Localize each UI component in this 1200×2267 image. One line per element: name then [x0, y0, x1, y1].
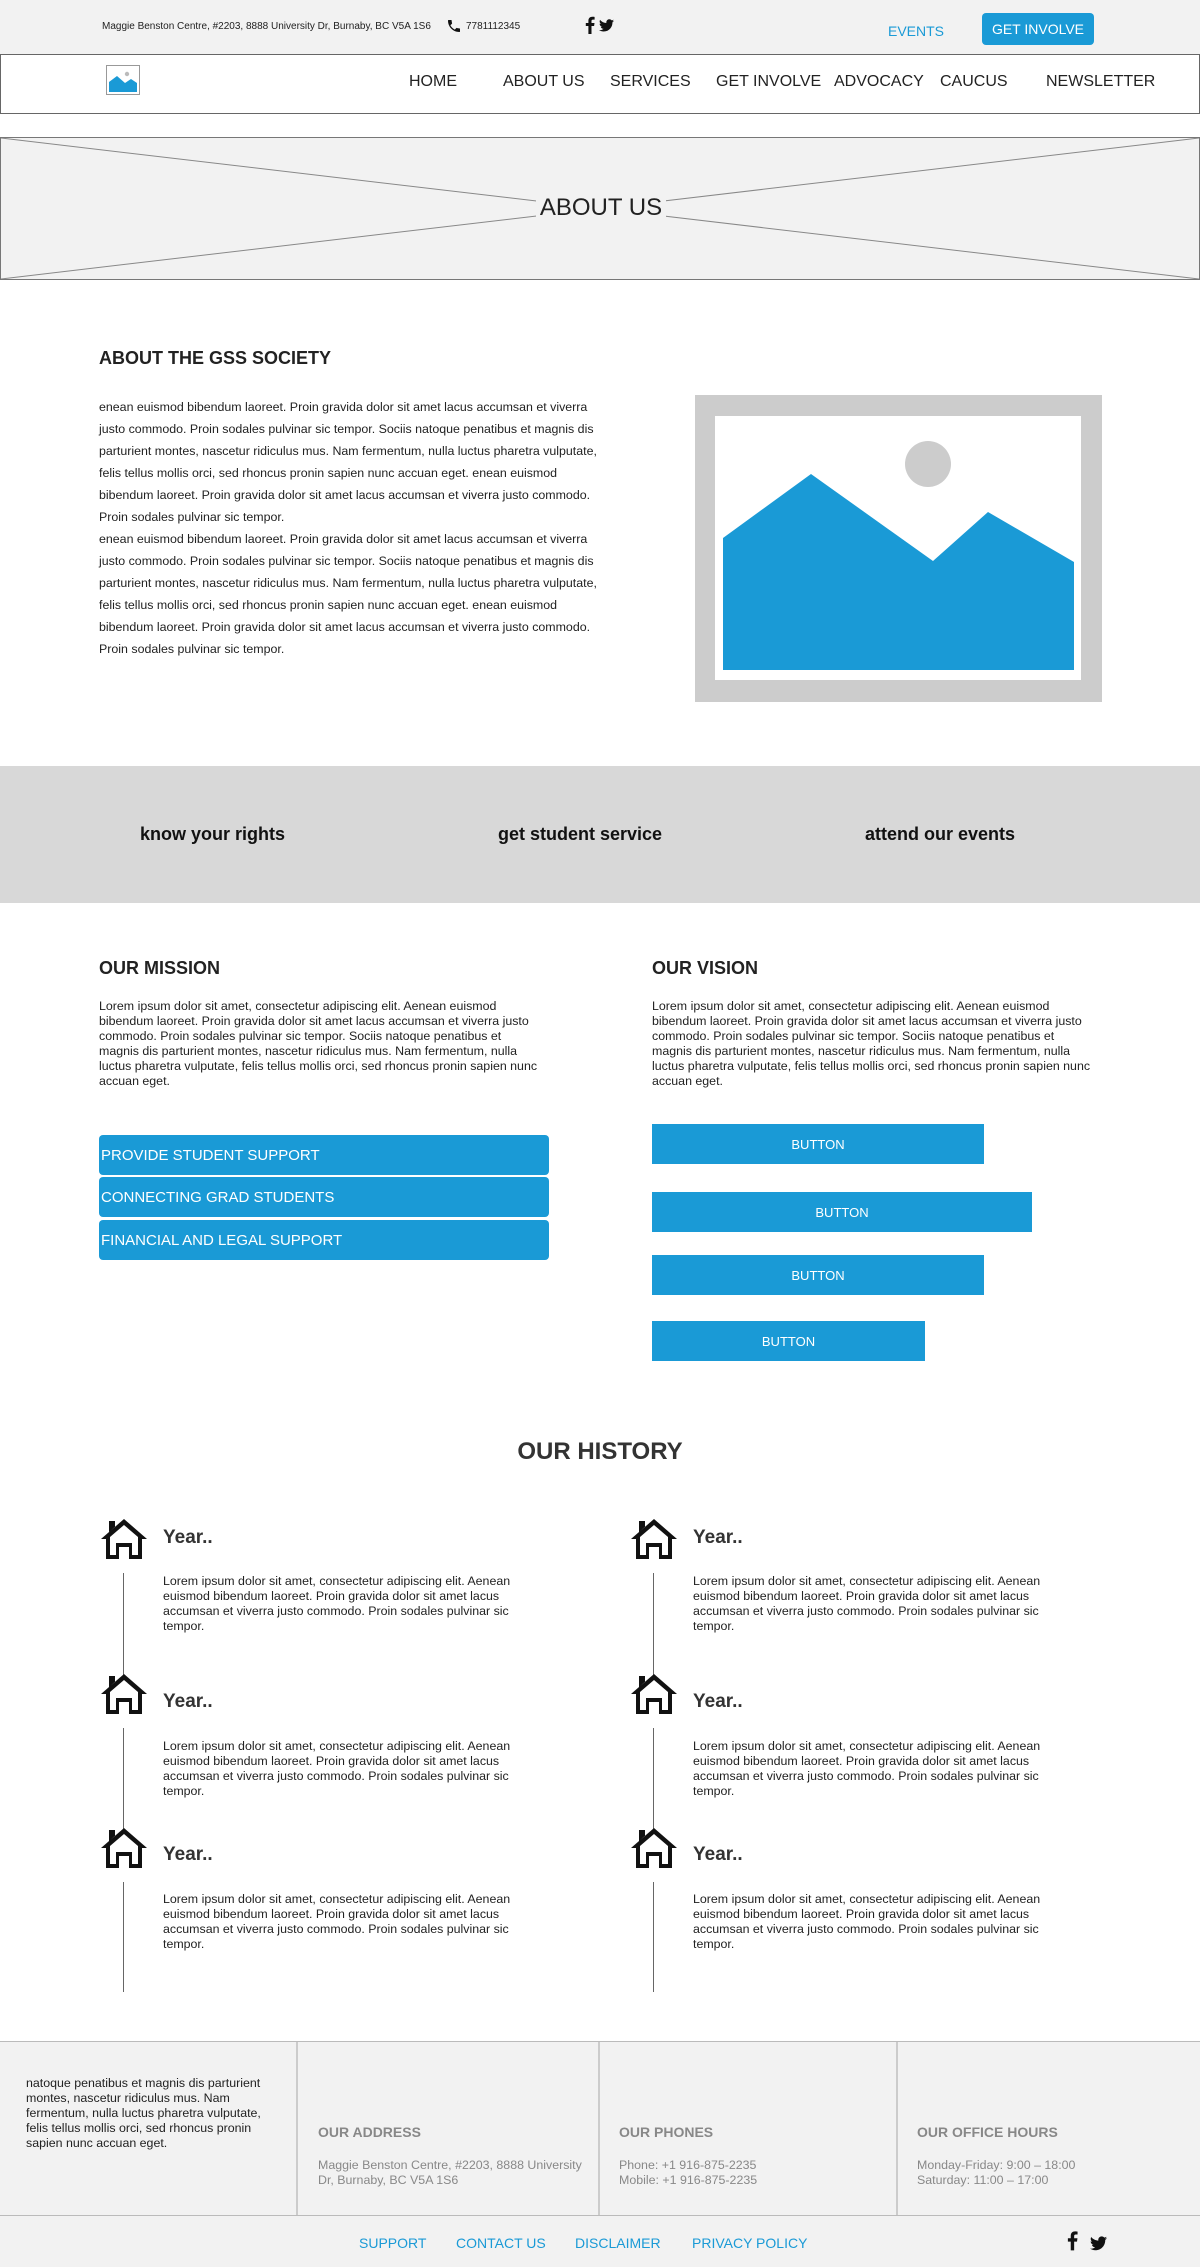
history-year: Year..: [693, 1527, 743, 1548]
footer-link-privacy-policy[interactable]: PRIVACY POLICY: [692, 2235, 807, 2251]
footer-link-disclaimer[interactable]: DISCLAIMER: [575, 2235, 661, 2251]
bottom-bar: SUPPORT CONTACT US DISCLAIMER PRIVACY PO…: [0, 2216, 1200, 2267]
facebook-icon[interactable]: [585, 16, 595, 34]
history-year: Year..: [163, 1844, 213, 1865]
top-bar: Maggie Benston Centre, #2203, 8888 Unive…: [0, 0, 1200, 54]
hero-title: ABOUT US: [535, 194, 667, 221]
vision-button-3[interactable]: BUTTON: [652, 1255, 984, 1295]
footer-link-support[interactable]: SUPPORT: [359, 2235, 426, 2251]
footer-hours-weekday: Monday-Friday: 9:00 – 18:00: [917, 2158, 1076, 2172]
vision-heading: OUR VISION: [652, 958, 759, 978]
about-heading: ABOUT THE GSS SOCIETY: [99, 348, 332, 368]
feature-get-student-service[interactable]: get student service: [498, 824, 662, 845]
history-year: Year..: [163, 1527, 213, 1548]
mission-text: Lorem ipsum dolor sit amet, consectetur …: [99, 999, 538, 1088]
footer-about-text: natoque penatibus et magnis dis parturie…: [26, 2076, 261, 2150]
timeline-line: [653, 1728, 654, 1838]
nav-advocacy[interactable]: ADVOCACY: [834, 73, 924, 91]
house-icon: [101, 1519, 147, 1559]
history-year: Year..: [693, 1844, 743, 1865]
house-icon: [631, 1519, 677, 1559]
history-text: Lorem ipsum dolor sit amet, consectetur …: [163, 1574, 511, 1633]
nav-caucus[interactable]: CAUCUS: [940, 73, 1008, 91]
footer-link-contact-us[interactable]: CONTACT US: [456, 2235, 546, 2251]
timeline-line: [123, 1573, 124, 1683]
history-text: Lorem ipsum dolor sit amet, consectetur …: [693, 1574, 1041, 1633]
house-icon: [631, 1674, 677, 1714]
vision-button-2[interactable]: BUTTON: [652, 1192, 1032, 1232]
financial-legal-support-button[interactable]: FINANCIAL AND LEGAL SUPPORT: [99, 1220, 549, 1260]
timeline-line: [653, 1573, 654, 1683]
footer-divider: [896, 2042, 898, 2215]
about-image-placeholder-icon: [695, 395, 1102, 702]
nav-services[interactable]: SERVICES: [610, 73, 691, 91]
history-year: Year..: [163, 1691, 213, 1712]
footer-divider: [296, 2042, 298, 2215]
connecting-grad-students-button[interactable]: CONNECTING GRAD STUDENTS: [99, 1177, 549, 1217]
twitter-icon[interactable]: [599, 19, 614, 32]
nav-newsletter[interactable]: NEWSLETTER: [1046, 73, 1155, 91]
footer-hours-saturday: Saturday: 11:00 – 17:00: [917, 2173, 1049, 2187]
features-band: know your rights get student service att…: [0, 766, 1200, 903]
vision-button-1[interactable]: BUTTON: [652, 1124, 984, 1164]
feature-know-your-rights[interactable]: know your rights: [140, 824, 285, 845]
timeline-line: [653, 1882, 654, 1992]
footer-phones-heading: OUR PHONES: [619, 2124, 714, 2140]
footer-hours-heading: OUR OFFICE HOURS: [917, 2124, 1058, 2140]
house-icon: [101, 1828, 147, 1868]
twitter-icon[interactable]: [1090, 2236, 1107, 2251]
footer-divider: [598, 2042, 600, 2215]
phone-icon: [448, 20, 460, 32]
top-phone: 7781112345: [466, 21, 521, 32]
feature-attend-our-events[interactable]: attend our events: [865, 824, 1015, 845]
timeline-line: [123, 1882, 124, 1992]
logo-image-placeholder-icon[interactable]: [106, 65, 140, 95]
get-involve-button[interactable]: GET INVOLVE: [982, 13, 1094, 45]
history-text: Lorem ipsum dolor sit amet, consectetur …: [163, 1892, 511, 1951]
footer-phone: Phone: +1 916-875-2235: [619, 2158, 757, 2172]
facebook-icon[interactable]: [1067, 2230, 1078, 2251]
nav-home[interactable]: HOME: [409, 73, 457, 91]
top-address: Maggie Benston Centre, #2203, 8888 Unive…: [102, 21, 431, 32]
vision-button-4[interactable]: BUTTON: [652, 1321, 925, 1361]
about-text: enean euismod bibendum laoreet. Proin gr…: [99, 396, 609, 660]
events-link[interactable]: EVENTS: [888, 23, 944, 39]
footer: natoque penatibus et magnis dis parturie…: [0, 2041, 1200, 2216]
footer-mobile: Mobile: +1 916-875-2235: [619, 2173, 758, 2187]
nav-get-involve[interactable]: GET INVOLVE: [716, 73, 821, 91]
hero-banner-placeholder: ABOUT US: [0, 137, 1200, 280]
house-icon: [101, 1674, 147, 1714]
vision-text: Lorem ipsum dolor sit amet, consectetur …: [652, 999, 1091, 1088]
main-nav: HOME ABOUT US SERVICES GET INVOLVE ADVOC…: [0, 54, 1200, 114]
history-text: Lorem ipsum dolor sit amet, consectetur …: [163, 1739, 511, 1798]
footer-address: Maggie Benston Centre, #2203, 8888 Unive…: [318, 2158, 582, 2187]
history-text: Lorem ipsum dolor sit amet, consectetur …: [693, 1739, 1041, 1798]
provide-student-support-button[interactable]: PROVIDE STUDENT SUPPORT: [99, 1135, 549, 1175]
history-title: OUR HISTORY: [517, 1438, 683, 1465]
history-year: Year..: [693, 1691, 743, 1712]
history-text: Lorem ipsum dolor sit amet, consectetur …: [693, 1892, 1041, 1951]
footer-address-heading: OUR ADDRESS: [318, 2124, 421, 2140]
house-icon: [631, 1828, 677, 1868]
nav-about-us[interactable]: ABOUT US: [503, 73, 585, 91]
mission-heading: OUR MISSION: [99, 958, 221, 978]
timeline-line: [123, 1728, 124, 1838]
about-paragraph: enean euismod bibendum laoreet. Proin gr…: [99, 400, 597, 656]
